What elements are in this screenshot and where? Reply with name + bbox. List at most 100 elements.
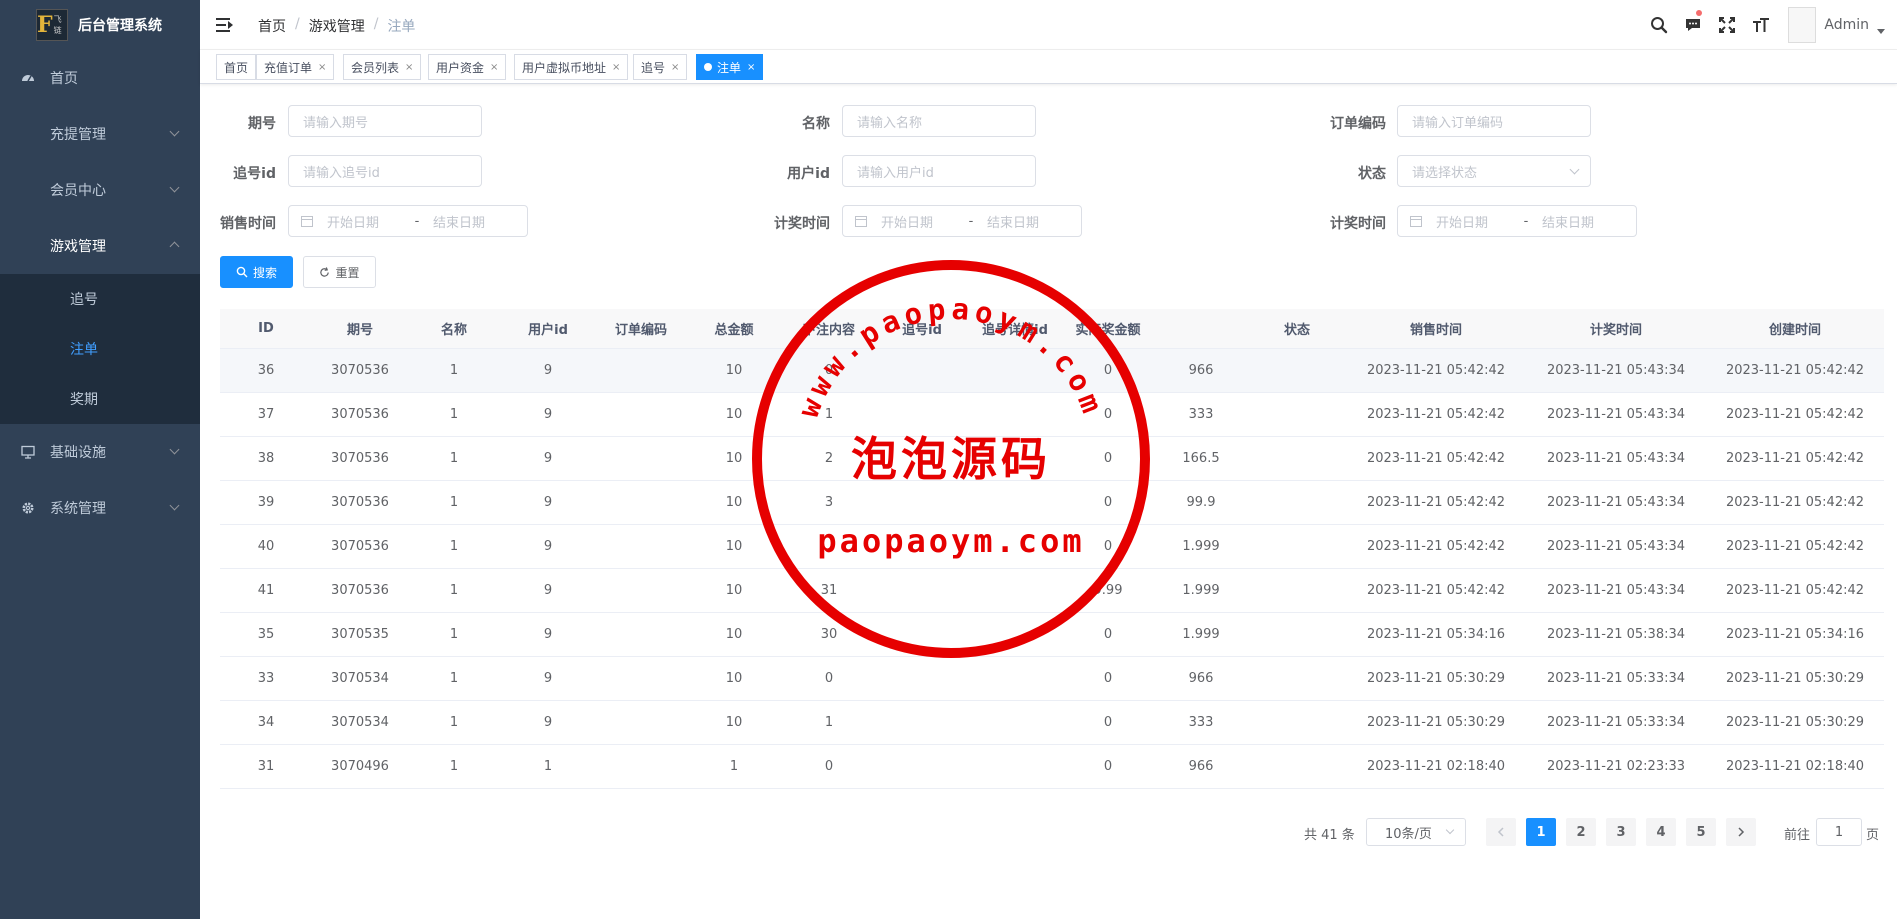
tag-recharge-orders[interactable]: 充值订单 × <box>256 54 335 80</box>
table-row[interactable]: 33 3070534 1 9 10 0 0 966 2023-11-21 05:30:29 202… <box>220 657 1884 701</box>
status-select[interactable]: 请选择状态 <box>1397 155 1591 187</box>
caret-down-icon[interactable] <box>1877 28 1885 34</box>
table-cell <box>876 349 968 392</box>
close-icon[interactable]: × <box>405 62 413 73</box>
table-cell <box>1248 569 1346 612</box>
user-name[interactable]: Admin <box>1824 17 1869 33</box>
app-title: 后台管理系统 <box>78 18 162 34</box>
range-start[interactable]: 开始日期 <box>881 212 961 231</box>
sidebar-item-prize-period[interactable]: 奖期 <box>0 374 200 424</box>
page-button[interactable]: 3 <box>1606 818 1636 846</box>
close-icon[interactable]: × <box>318 62 326 73</box>
table-cell: 36 <box>257 363 275 378</box>
table-cell <box>1248 701 1346 744</box>
reset-button[interactable]: 重置 <box>303 256 376 288</box>
message-icon[interactable] <box>1676 0 1710 50</box>
sidebar-item-members[interactable]: 会员中心 <box>0 162 200 218</box>
close-icon[interactable]: × <box>612 62 620 73</box>
prev-page-button[interactable] <box>1486 818 1516 846</box>
sale-time-range[interactable]: 开始日期 - 结束日期 <box>288 205 528 237</box>
sidebar-item-home[interactable]: 首页 <box>0 50 200 106</box>
close-icon[interactable]: × <box>490 62 498 73</box>
column-header[interactable]: 计奖时间 <box>1526 309 1706 348</box>
table-row[interactable]: 35 3070535 1 9 10 30 0 1.999 2023-11-21 05:34:16… <box>220 613 1884 657</box>
tag-home[interactable]: 首页 <box>216 54 257 80</box>
tag-chase[interactable]: 追号 × <box>633 54 688 80</box>
breadcrumb-item[interactable]: 首页 <box>258 16 286 36</box>
table-row[interactable]: 36 3070536 1 9 10 0 0 966 2023-11-21 05:42:42 202… <box>220 349 1884 393</box>
tag-user-funds[interactable]: 用户资金 × <box>428 54 507 80</box>
table-cell: 333 <box>1188 407 1214 422</box>
sidebar-item-system[interactable]: 系统管理 <box>0 480 200 536</box>
font-size-icon[interactable] <box>1744 0 1778 50</box>
close-icon[interactable]: × <box>747 62 755 73</box>
column-header[interactable]: 追号id <box>876 309 968 348</box>
page-button[interactable]: 1 <box>1526 818 1556 846</box>
table-cell: 2023-11-21 02:23:33 <box>1546 759 1686 774</box>
draw-time-range-2[interactable]: 开始日期 - 结束日期 <box>1397 205 1637 237</box>
column-header[interactable]: ID <box>220 309 312 348</box>
logo-image: F 飞链 <box>36 9 68 41</box>
range-start[interactable]: 开始日期 <box>1436 212 1516 231</box>
table-cell: 10 <box>725 583 743 598</box>
hamburger-icon[interactable] <box>216 16 234 34</box>
avatar[interactable] <box>1788 7 1817 43</box>
column-header[interactable]: 期号 <box>312 309 408 348</box>
bets-table: ID 期号 名称 用户id 订单编码 总金额 下注内容 追号id 追号详情id … <box>220 309 1884 789</box>
column-header[interactable]: 创建时间 <box>1706 309 1884 348</box>
range-end[interactable]: 结束日期 <box>1542 212 1622 231</box>
sidebar-item-infrastructure[interactable]: 基础设施 <box>0 424 200 480</box>
sidebar-item-recharge[interactable]: 充提管理 <box>0 106 200 162</box>
table-cell: 1 <box>449 759 459 774</box>
tag-bets[interactable]: 注单 × <box>696 54 764 80</box>
search-button[interactable]: 搜索 <box>220 256 293 288</box>
column-header[interactable]: 下注内容 <box>782 309 876 348</box>
name-input[interactable]: 请输入名称 <box>842 105 1036 137</box>
order-code-input[interactable]: 请输入订单编码 <box>1397 105 1591 137</box>
breadcrumb-item[interactable]: 游戏管理 <box>309 16 365 36</box>
table-row[interactable]: 38 3070536 1 9 10 2 0 166.5 2023-11-21 05:42:42 2… <box>220 437 1884 481</box>
table-row[interactable]: 37 3070536 1 9 10 1 0 333 2023-11-21 05:42:42 202… <box>220 393 1884 437</box>
game-submenu: 追号 注单 奖期 <box>0 274 200 424</box>
sidebar-item-game[interactable]: 游戏管理 <box>0 218 200 274</box>
period-input[interactable]: 请输入期号 <box>288 105 482 137</box>
page-button[interactable]: 2 <box>1566 818 1596 846</box>
search-icon[interactable] <box>1642 0 1676 50</box>
range-end[interactable]: 结束日期 <box>987 212 1067 231</box>
user-id-input[interactable]: 请输入用户id <box>842 155 1036 187</box>
draw-time-range[interactable]: 开始日期 - 结束日期 <box>842 205 1082 237</box>
sidebar-logo[interactable]: F 飞链 后台管理系统 <box>0 0 200 50</box>
sidebar-item-bets[interactable]: 注单 <box>0 324 200 374</box>
sidebar-item-chase[interactable]: 追号 <box>0 274 200 324</box>
column-header[interactable]: 总金额 <box>686 309 782 348</box>
close-icon[interactable]: × <box>671 62 679 73</box>
column-header[interactable]: 销售时间 <box>1346 309 1526 348</box>
column-header[interactable]: 用户id <box>500 309 596 348</box>
tag-virtual-address[interactable]: 用户虚拟币地址 × <box>514 54 629 80</box>
table-row[interactable]: 40 3070536 1 9 10 0 1.999 2023-11-21 05:42:42 20… <box>220 525 1884 569</box>
column-header[interactable]: 名称 <box>408 309 500 348</box>
column-header[interactable]: 状态 <box>1248 309 1346 348</box>
table-cell: 2023-11-21 05:30:29 <box>1366 671 1506 686</box>
goto-page-input[interactable]: 1 <box>1816 818 1862 846</box>
chase-id-input[interactable]: 请输入追号id <box>288 155 482 187</box>
label-order-code: 订单编码 <box>1330 116 1386 132</box>
table-cell: 2023-11-21 05:33:34 <box>1546 671 1686 686</box>
fullscreen-icon[interactable] <box>1710 0 1744 50</box>
page-button[interactable]: 4 <box>1646 818 1676 846</box>
column-header[interactable]: 订单编码 <box>596 309 686 348</box>
table-row[interactable]: 34 3070534 1 9 10 1 0 333 2023-11-21 05:30:29 202… <box>220 701 1884 745</box>
column-header[interactable]: 实际奖金额 <box>1062 309 1154 348</box>
table-row[interactable]: 31 3070496 1 1 1 0 0 966 2023-11-21 02:18:40 2023… <box>220 745 1884 789</box>
tag-member-list[interactable]: 会员列表 × <box>343 54 422 80</box>
table-cell: 2023-11-21 05:34:16 <box>1366 627 1506 642</box>
range-end[interactable]: 结束日期 <box>433 212 513 231</box>
table-row[interactable]: 41 3070536 1 9 10 31 9.99 1.999 2023-11-21 05:42… <box>220 569 1884 613</box>
label-status: 状态 <box>1358 166 1386 182</box>
range-start[interactable]: 开始日期 <box>327 212 407 231</box>
page-size-select[interactable]: 10条/页 <box>1366 818 1466 846</box>
next-page-button[interactable] <box>1726 818 1756 846</box>
page-button[interactable]: 5 <box>1686 818 1716 846</box>
table-row[interactable]: 39 3070536 1 9 10 3 0 99.9 2023-11-21 05:42:42 20… <box>220 481 1884 525</box>
column-header[interactable]: 追号详情id <box>968 309 1062 348</box>
